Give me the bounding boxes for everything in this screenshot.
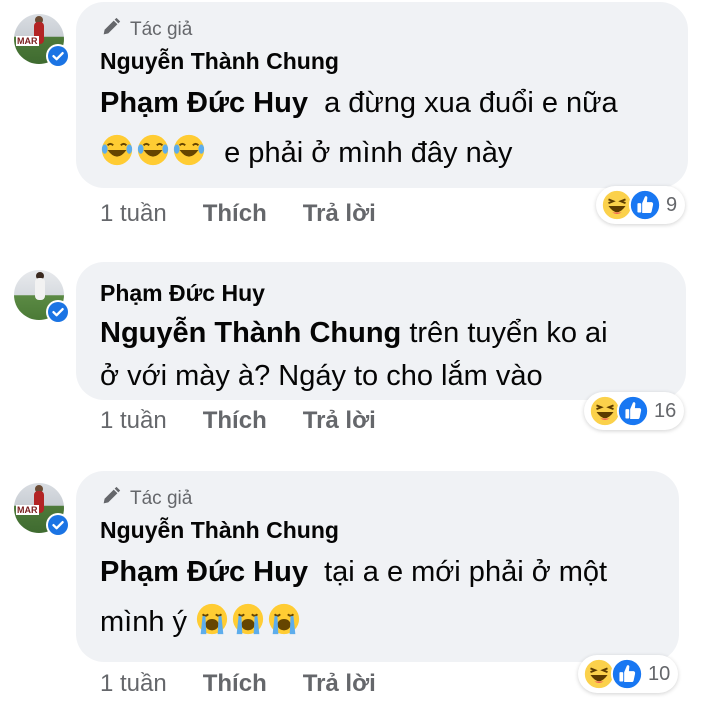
comment-author[interactable]: Nguyễn Thành Chung [100,513,655,547]
reaction-count: 16 [654,399,677,422]
comment-time[interactable]: 1 tuần [100,670,167,698]
comment-author[interactable]: Nguyễn Thành Chung [100,44,664,78]
author-badge-label: Tác giả [130,19,193,40]
author-badge: Tác giả [100,16,664,44]
comment-text: tại a e mới phải ở một [324,556,608,588]
avatar[interactable] [14,270,70,324]
comment-text-line1: Phạm Đức Huy a đừng xua đuổi e nữa [100,78,664,128]
comment-text: trên tuyển ko ai [409,317,608,349]
comment-bubble: Phạm Đức Huy Nguyễn Thành Chung trên tuy… [76,262,686,400]
reaction-count: 9 [666,193,678,216]
like-reaction-icon [610,657,644,691]
pen-icon [100,485,122,513]
like-reaction-icon [616,394,650,428]
reactions-summary[interactable]: 10 [578,655,679,693]
comment-text: e phải ở mình đây này [224,137,513,169]
mention-link[interactable]: Phạm Đức Huy [100,87,308,119]
laughing-emoji-icon [136,133,170,167]
crying-emoji-icon [231,602,265,636]
laughing-emoji-icon [100,133,134,167]
reactions-summary[interactable]: 9 [596,186,686,224]
reactions-summary[interactable]: 16 [584,392,685,430]
reply-button[interactable]: Trả lời [303,670,376,698]
comment-meta: 1 tuần Thích Trả lời [100,200,376,228]
comment-text: mình ý [100,606,188,638]
comment-time[interactable]: 1 tuần [100,200,167,228]
crying-emoji-icon [267,602,301,636]
reaction-count: 10 [648,662,671,685]
comment-text-line2: ở với mày à? Ngáy to cho lắm vào [100,360,543,392]
comment-text-line2: mình ý [100,597,655,647]
like-button[interactable]: Thích [203,670,267,698]
author-badge-label: Tác giả [130,488,193,509]
verified-badge-icon [46,44,70,68]
pen-icon [100,16,122,44]
mention-link[interactable]: Phạm Đức Huy [100,556,308,588]
crying-emoji-icon [195,602,229,636]
reply-button[interactable]: Trả lời [303,407,376,435]
comment-bubble: Tác giả Nguyễn Thành Chung Phạm Đức Huy … [76,471,679,662]
comment-text-line2: e phải ở mình đây này [100,128,664,178]
comment-meta: 1 tuần Thích Trả lời [100,670,376,698]
comment-meta: 1 tuần Thích Trả lời [100,407,376,435]
verified-badge-icon [46,300,70,324]
like-reaction-icon [628,188,662,222]
comment-text: a đừng xua đuổi e nữa [324,87,618,119]
avatar[interactable]: MAR [14,483,70,537]
avatar[interactable]: MAR [14,14,70,68]
comment-text-line1: Nguyễn Thành Chung trên tuyển ko ai [100,310,662,356]
like-button[interactable]: Thích [203,200,267,228]
comment-bubble: Tác giả Nguyễn Thành Chung Phạm Đức Huy … [76,2,688,188]
comment-text-line1: Phạm Đức Huy tại a e mới phải ở một [100,547,655,597]
laughing-emoji-icon [172,133,206,167]
reply-button[interactable]: Trả lời [303,200,376,228]
author-badge: Tác giả [100,485,655,513]
comment-time[interactable]: 1 tuần [100,407,167,435]
like-button[interactable]: Thích [203,407,267,435]
comment-author[interactable]: Phạm Đức Huy [100,276,662,310]
mention-link[interactable]: Nguyễn Thành Chung [100,317,401,349]
verified-badge-icon [46,513,70,537]
